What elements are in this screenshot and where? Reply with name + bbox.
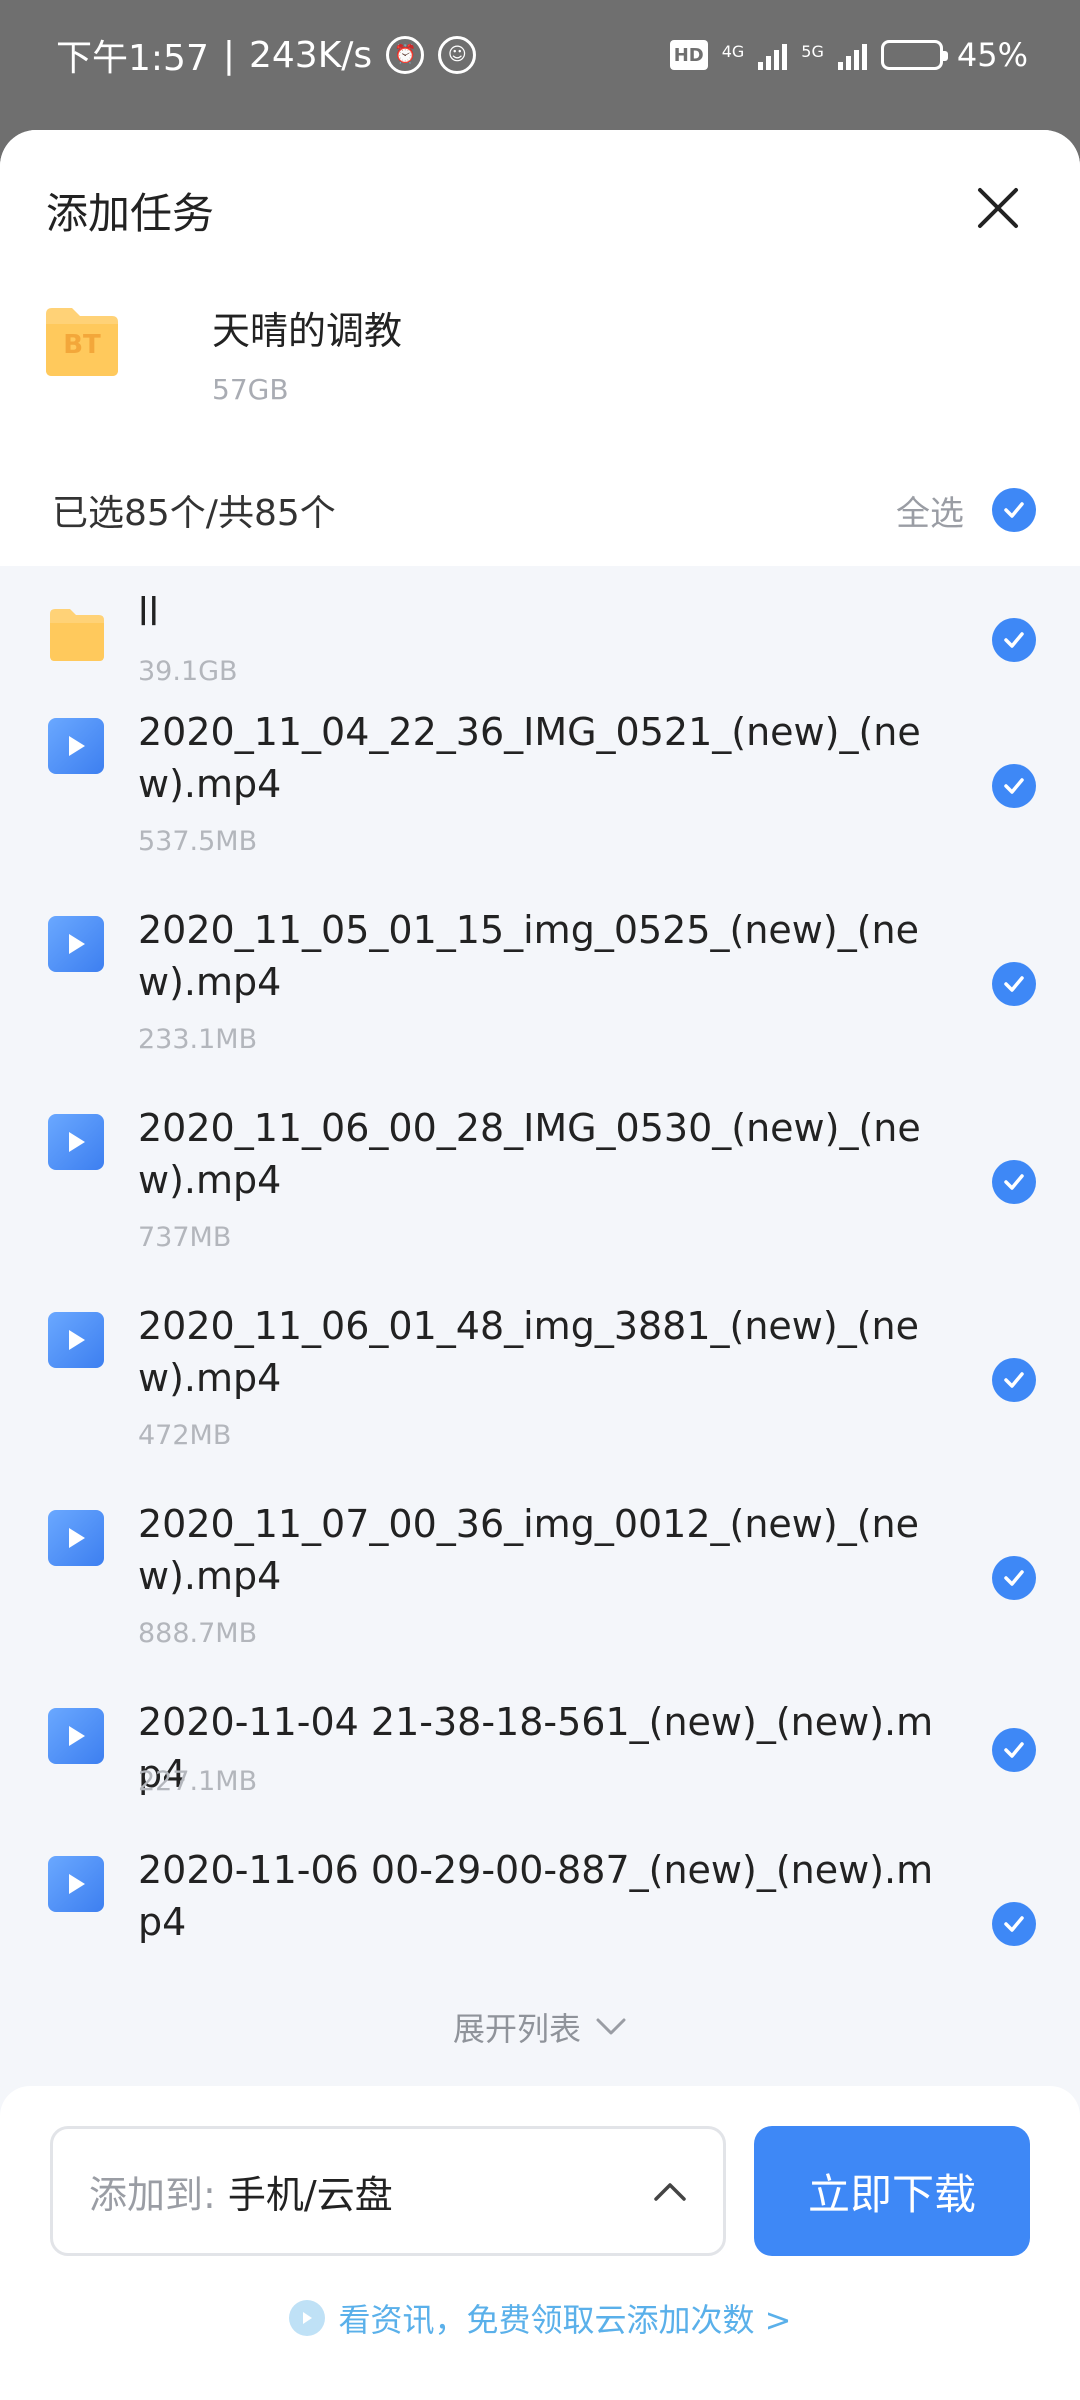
select-all-checkbox[interactable]	[992, 488, 1036, 532]
app-notification-icon: ☺	[438, 36, 477, 74]
close-icon	[978, 188, 1018, 228]
battery-icon	[880, 40, 948, 70]
sheet-title: 添加任务	[46, 189, 215, 238]
file-size: 227.1MB	[138, 1766, 258, 1797]
item-checkbox[interactable]	[992, 1902, 1036, 1946]
file-name: 2020-11-06 00-29-00-887_(new)_(new).mp4	[138, 1848, 934, 1944]
list-item[interactable]: 2020_11_07_00_36_img_0012_(new)_(new).mp…	[0, 1478, 1080, 1676]
status-time: 下午1:57	[56, 38, 209, 79]
check-icon	[1004, 976, 1024, 992]
sheet-footer: 添加到: 手机/云盘 立即下载 看资讯，免费领取云添加次数 >	[0, 2086, 1080, 2400]
list-item[interactable]: 2020_11_05_01_15_img_0525_(new)_(new).mp…	[0, 884, 1080, 1082]
chevron-up-icon	[654, 2183, 686, 2201]
torrent-info: BT 天晴的调教 57GB	[42, 300, 402, 406]
file-name: ll	[138, 590, 160, 634]
select-all-label: 全选	[896, 493, 964, 534]
list-item[interactable]: 2020_11_06_01_48_img_3881_(new)_(new).mp…	[0, 1280, 1080, 1478]
file-size: 39.1GB	[138, 656, 238, 687]
file-name: 2020_11_04_22_36_IMG_0521_(new)_(new).mp…	[138, 710, 921, 806]
sheet-header: 添加任务 BT 天晴的调教 57GB 已选85个/共85个 全选	[0, 130, 1080, 566]
status-bar: 下午1:57 | 243K/s ⏰ ☺ HD 4G 5G 45%	[0, 0, 1080, 110]
sim1-label: 4G	[721, 42, 745, 61]
bt-folder-icon: BT	[42, 300, 122, 380]
expand-list-label: 展开列表	[452, 2010, 581, 2048]
list-item[interactable]: 2020-11-04 21-38-18-561_(new)_(new).mp4 2…	[0, 1676, 1080, 1824]
file-name: 2020_11_05_01_15_img_0525_(new)_(new).mp…	[138, 908, 920, 1004]
signal-icon	[758, 40, 788, 70]
torrent-size: 57GB	[212, 373, 289, 406]
battery-percent: 45%	[956, 36, 1028, 74]
sim2-label: 5G	[801, 42, 824, 61]
check-icon	[1004, 1372, 1024, 1388]
status-left: 下午1:57 | 243K/s ⏰ ☺	[56, 29, 477, 81]
file-size: 888.7MB	[138, 1618, 258, 1649]
item-checkbox[interactable]	[992, 1556, 1036, 1600]
file-size: 737MB	[138, 1222, 232, 1253]
file-name: 2020_11_06_00_28_IMG_0530_(new)_(new).mp…	[138, 1106, 921, 1202]
file-name: 2020-11-04 21-38-18-561_(new)_(new).mp4	[138, 1700, 934, 1796]
destination-prefix: 添加到:	[89, 2172, 228, 2217]
check-icon	[1004, 1174, 1024, 1190]
item-checkbox[interactable]	[992, 1728, 1036, 1772]
signal-icon	[837, 40, 867, 70]
alarm-icon: ⏰	[386, 36, 425, 74]
video-file-icon	[48, 916, 104, 972]
selection-count: 已选85个/共85个	[52, 493, 336, 534]
promo-text: 看资讯，免费领取云添加次数 >	[338, 2301, 792, 2339]
list-item[interactable]: 2020_11_04_22_36_IMG_0521_(new)_(new).mp…	[0, 686, 1080, 884]
file-name: 2020_11_06_01_48_img_3881_(new)_(new).mp…	[138, 1304, 920, 1400]
destination-text: 添加到: 手机/云盘	[89, 2164, 393, 2219]
add-task-sheet: 添加任务 BT 天晴的调教 57GB 已选85个/共85个 全选 ll 39.1…	[0, 130, 1080, 2400]
list-item[interactable]: 2020_11_06_00_28_IMG_0530_(new)_(new).mp…	[0, 1082, 1080, 1280]
item-checkbox[interactable]	[992, 1160, 1036, 1204]
file-size: 472MB	[138, 1420, 232, 1451]
check-icon	[1004, 1742, 1024, 1758]
video-file-icon	[48, 1856, 104, 1912]
destination-value: 手机/云盘	[227, 2172, 393, 2217]
item-checkbox[interactable]	[992, 764, 1036, 808]
item-checkbox[interactable]	[992, 618, 1036, 662]
check-icon	[1004, 778, 1024, 794]
check-icon	[1004, 1916, 1024, 1932]
promo-link[interactable]: 看资讯，免费领取云添加次数 >	[0, 2288, 1080, 2348]
file-size: 537.5MB	[138, 826, 258, 857]
expand-list-button[interactable]: 展开列表	[0, 1992, 1080, 2062]
play-circle-icon	[288, 2300, 325, 2336]
item-checkbox[interactable]	[992, 1358, 1036, 1402]
selection-bar: 已选85个/共85个 全选	[52, 470, 1036, 550]
network-speed: 243K/s	[248, 34, 373, 76]
status-divider: |	[222, 34, 235, 76]
close-button[interactable]	[960, 170, 1036, 246]
file-name: 2020_11_07_00_36_img_0012_(new)_(new).mp…	[138, 1502, 920, 1598]
hd-icon: HD	[669, 40, 708, 70]
item-checkbox[interactable]	[992, 962, 1036, 1006]
select-all-toggle[interactable]: 全选	[896, 486, 1036, 535]
video-file-icon	[48, 1312, 104, 1368]
video-file-icon	[48, 1708, 104, 1764]
status-right: HD 4G 5G 45%	[669, 36, 1028, 74]
video-file-icon	[48, 1510, 104, 1566]
check-icon	[1004, 1570, 1024, 1586]
folder-icon	[48, 606, 106, 666]
video-file-icon	[48, 718, 104, 774]
video-file-icon	[48, 1114, 104, 1170]
file-list: ll 39.1GB 2020_11_04_22_36_IMG_0521_(new)_…	[0, 566, 1080, 2106]
check-icon	[1004, 632, 1024, 648]
torrent-text: 天晴的调教 57GB	[212, 300, 402, 406]
file-list-viewport[interactable]: ll 39.1GB 2020_11_04_22_36_IMG_0521_(new)_…	[0, 566, 1080, 1976]
destination-selector[interactable]: 添加到: 手机/云盘	[50, 2126, 726, 2256]
list-item[interactable]: 2020-11-06 00-29-00-887_(new)_(new).mp4	[0, 1824, 1080, 1976]
torrent-name: 天晴的调教	[212, 309, 403, 353]
file-size: 233.1MB	[138, 1024, 258, 1055]
check-icon	[1004, 502, 1024, 518]
bt-badge: BT	[63, 330, 101, 360]
download-now-button[interactable]: 立即下载	[754, 2126, 1030, 2256]
chevron-down-icon	[596, 2018, 626, 2035]
